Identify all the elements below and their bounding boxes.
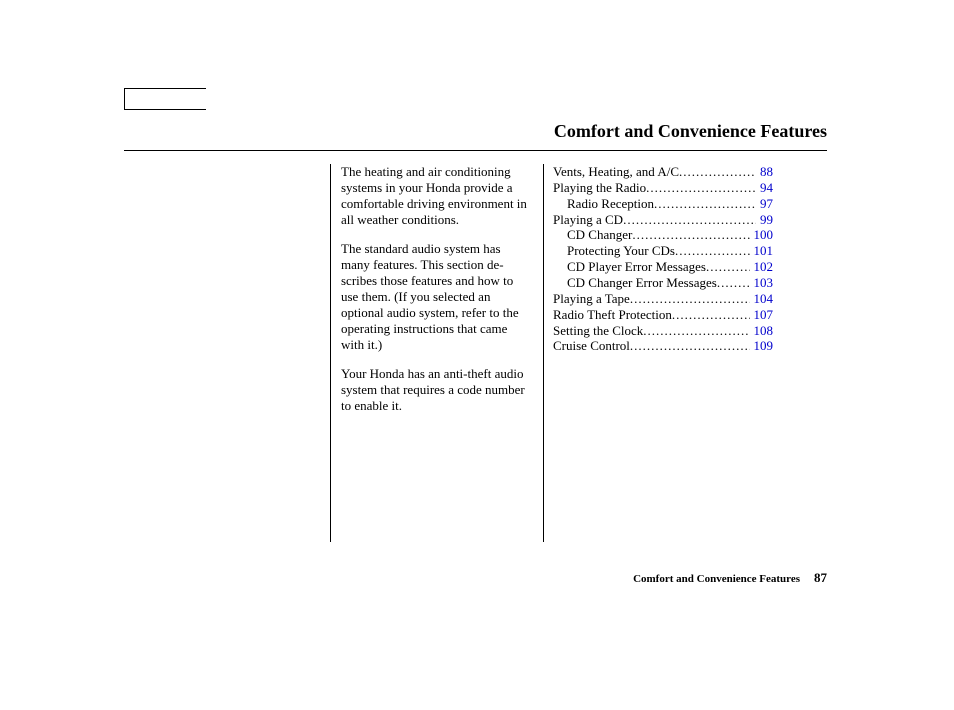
toc-entry-label: CD Changer	[567, 227, 632, 243]
toc-page-link[interactable]: 108	[750, 323, 774, 339]
toc-entry-label: Playing the Radio	[553, 180, 646, 196]
content-columns: The heating and air conditioning systems…	[330, 164, 773, 542]
intro-paragraph: The standard audio system has many featu…	[341, 241, 527, 352]
toc-entry-label: Playing a CD	[553, 212, 623, 228]
toc-entry: CD Player Error Messages 102	[553, 259, 773, 275]
toc-entry-label: Cruise Control	[553, 338, 630, 354]
toc-page-link[interactable]: 109	[750, 338, 774, 354]
toc-entry-label: Vents, Heating, and A/C	[553, 164, 679, 180]
toc-entry: Cruise Control 109	[553, 338, 773, 354]
toc-leader-dots	[630, 338, 750, 354]
page-frame: Comfort and Convenience Features The hea…	[0, 0, 954, 710]
header-row: Comfort and Convenience Features	[124, 121, 827, 151]
toc-leader-dots	[717, 275, 750, 291]
toc-page-link[interactable]: 107	[750, 307, 774, 323]
toc-page-link[interactable]: 94	[756, 180, 773, 196]
toc-entry-label: Playing a Tape	[553, 291, 630, 307]
intro-paragraph: The heating and air conditioning systems…	[341, 164, 527, 227]
toc-leader-dots	[643, 323, 749, 339]
intro-paragraph: Your Honda has an anti-theft audio syste…	[341, 366, 527, 414]
toc-entry-label: Setting the Clock	[553, 323, 643, 339]
toc-leader-dots	[623, 212, 756, 228]
toc-leader-dots	[672, 307, 750, 323]
intro-column: The heating and air conditioning systems…	[330, 164, 535, 542]
toc-entry: CD Changer 100	[553, 227, 773, 243]
toc-leader-dots	[632, 227, 749, 243]
toc-entry: Setting the Clock 108	[553, 323, 773, 339]
toc-leader-dots	[675, 243, 750, 259]
toc-entry-label: CD Player Error Messages	[567, 259, 706, 275]
toc-entry-label: Radio Theft Protection	[553, 307, 672, 323]
toc-page-link[interactable]: 99	[756, 212, 773, 228]
toc-leader-dots	[654, 196, 756, 212]
toc-leader-dots	[679, 164, 756, 180]
toc-page-link[interactable]: 101	[750, 243, 774, 259]
toc-page-link[interactable]: 103	[750, 275, 774, 291]
toc-entry: Vents, Heating, and A/C 88	[553, 164, 773, 180]
toc-column: Vents, Heating, and A/C88Playing the Rad…	[543, 164, 773, 542]
footer-section-label: Comfort and Convenience Features	[633, 573, 800, 585]
toc-entry-label: Protecting Your CDs	[567, 243, 675, 259]
toc-leader-dots	[630, 291, 750, 307]
toc-leader-dots	[706, 259, 750, 275]
page-footer: Comfort and Convenience Features 87	[633, 570, 827, 586]
toc-entry: Playing a CD 99	[553, 212, 773, 228]
footer-page-number: 87	[814, 570, 827, 586]
margin-tab-box	[124, 88, 206, 110]
page-title: Comfort and Convenience Features	[554, 121, 827, 142]
toc-page-link[interactable]: 100	[750, 227, 774, 243]
toc-entry: Radio Theft Protection 107	[553, 307, 773, 323]
toc-entry-label: CD Changer Error Messages	[567, 275, 717, 291]
toc-entry: Playing the Radio 94	[553, 180, 773, 196]
toc-entry: CD Changer Error Messages 103	[553, 275, 773, 291]
toc-page-link[interactable]: 97	[756, 196, 773, 212]
toc-leader-dots	[646, 180, 756, 196]
toc-page-link[interactable]: 102	[750, 259, 774, 275]
toc-entry: Protecting Your CDs 101	[553, 243, 773, 259]
toc-entry: Radio Reception 97	[553, 196, 773, 212]
toc-page-link[interactable]: 88	[756, 164, 773, 180]
toc-entry-label: Radio Reception	[567, 196, 654, 212]
toc-entry: Playing a Tape 104	[553, 291, 773, 307]
toc-page-link[interactable]: 104	[750, 291, 774, 307]
